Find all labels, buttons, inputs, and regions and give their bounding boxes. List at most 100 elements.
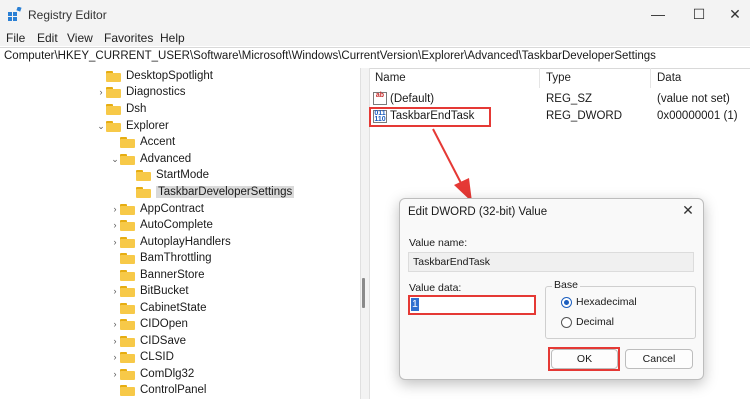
value-data: (value not set) bbox=[657, 93, 730, 105]
tree-item-label: ComDlg32 bbox=[140, 368, 195, 380]
chevron-right-icon[interactable]: › bbox=[110, 369, 120, 379]
tree-item-comdlg32[interactable]: › ComDlg32 bbox=[110, 366, 195, 382]
tree-item-label: BannerStore bbox=[140, 269, 205, 281]
tree-item-cabinetstate[interactable]: CabinetState bbox=[110, 300, 207, 316]
folder-icon bbox=[120, 285, 135, 297]
column-header-data[interactable]: Data bbox=[657, 72, 681, 84]
value-data-input[interactable] bbox=[408, 295, 536, 315]
hexadecimal-label[interactable]: Hexadecimal bbox=[576, 296, 637, 308]
tree-item-taskbardevelopersettings[interactable]: TaskbarDeveloperSettings bbox=[126, 184, 295, 200]
chevron-right-icon[interactable]: › bbox=[110, 319, 120, 329]
tree-item-bannerstore[interactable]: BannerStore bbox=[110, 267, 205, 283]
tree-item-clsid[interactable]: › CLSID bbox=[110, 349, 174, 365]
folder-icon bbox=[120, 153, 135, 165]
tree-item-accent[interactable]: Accent bbox=[110, 134, 175, 150]
chevron-right-icon[interactable]: › bbox=[110, 286, 120, 296]
folder-icon bbox=[106, 70, 121, 82]
tree-item-label: AutoComplete bbox=[140, 219, 213, 231]
base-group bbox=[545, 286, 696, 339]
value-name[interactable]: (Default) bbox=[390, 93, 434, 105]
tree-item-autoplayhandlers[interactable]: › AutoplayHandlers bbox=[110, 234, 231, 250]
folder-icon bbox=[136, 169, 151, 181]
decimal-label[interactable]: Decimal bbox=[576, 316, 614, 328]
menu-view[interactable]: View bbox=[67, 31, 93, 45]
tree-item-diagnostics[interactable]: › Diagnostics bbox=[96, 84, 186, 100]
folder-icon bbox=[120, 302, 135, 314]
maximize-button[interactable]: ☐ bbox=[684, 4, 714, 24]
tree-item-label: CIDOpen bbox=[140, 318, 188, 330]
red-arrow bbox=[432, 128, 472, 202]
tree-item-cidopen[interactable]: › CIDOpen bbox=[110, 316, 188, 332]
column-header-type[interactable]: Type bbox=[546, 72, 571, 84]
red-highlight-box bbox=[548, 347, 620, 371]
close-button[interactable]: ✕ bbox=[720, 4, 750, 24]
tree-item-dsh[interactable]: Dsh bbox=[96, 101, 146, 117]
folder-icon bbox=[120, 236, 135, 248]
dialog-close-button[interactable]: ✕ bbox=[680, 202, 696, 220]
folder-icon bbox=[120, 269, 135, 281]
value-name-label: Value name: bbox=[409, 237, 468, 249]
column-divider[interactable] bbox=[650, 68, 651, 88]
tree-item-controlpanel[interactable]: ControlPanel bbox=[110, 382, 206, 398]
folder-icon bbox=[120, 335, 135, 347]
menu-file[interactable]: File bbox=[6, 31, 25, 45]
scrollbar-thumb[interactable] bbox=[362, 278, 365, 308]
tree-item-startmode[interactable]: StartMode bbox=[126, 167, 209, 183]
tree-item-label: Advanced bbox=[140, 153, 192, 165]
tree-item-label: Diagnostics bbox=[126, 86, 186, 98]
tree-item-explorer[interactable]: ⌄ Explorer bbox=[96, 118, 169, 134]
tree-item-autocomplete[interactable]: › AutoComplete bbox=[110, 217, 213, 233]
tree-item-label: Dsh bbox=[126, 103, 147, 115]
value-name-field: TaskbarEndTask bbox=[408, 252, 694, 272]
folder-icon bbox=[120, 136, 135, 148]
tree-item-desktopspotlight[interactable]: DesktopSpotlight bbox=[96, 68, 213, 84]
tree-item-label: BamThrottling bbox=[140, 252, 212, 264]
folder-icon bbox=[120, 318, 135, 330]
folder-icon bbox=[120, 351, 135, 363]
value-data-label: Value data: bbox=[409, 282, 462, 294]
registry-app-icon bbox=[8, 7, 22, 21]
window-title: Registry Editor bbox=[28, 8, 107, 22]
tree-item-label: Explorer bbox=[126, 120, 169, 132]
folder-icon bbox=[106, 86, 121, 98]
tree-item-label: AutoplayHandlers bbox=[140, 236, 231, 248]
cancel-button[interactable]: Cancel bbox=[625, 349, 693, 369]
tree-item-advanced[interactable]: ⌄ Advanced bbox=[110, 151, 191, 167]
value-data-text[interactable]: 1 bbox=[411, 298, 419, 311]
tree-item-bitbucket[interactable]: › BitBucket bbox=[110, 283, 189, 299]
tree-item-cidsave[interactable]: › CIDSave bbox=[110, 333, 187, 349]
chevron-right-icon[interactable]: › bbox=[110, 237, 120, 247]
menu-edit[interactable]: Edit bbox=[37, 31, 58, 45]
menu-help[interactable]: Help bbox=[160, 31, 185, 45]
chevron-right-icon[interactable]: › bbox=[110, 220, 120, 230]
column-header-name[interactable]: Name bbox=[375, 72, 406, 84]
chevron-right-icon[interactable]: › bbox=[110, 352, 120, 362]
minimize-button[interactable]: — bbox=[643, 4, 673, 24]
dialog-title: Edit DWORD (32-bit) Value bbox=[408, 206, 548, 218]
chevron-down-icon[interactable]: ⌄ bbox=[110, 154, 120, 165]
chevron-right-icon[interactable]: › bbox=[96, 87, 106, 97]
hexadecimal-radio[interactable] bbox=[561, 297, 572, 308]
base-label: Base bbox=[552, 279, 580, 291]
chevron-down-icon[interactable]: ⌄ bbox=[96, 121, 106, 132]
decimal-radio[interactable] bbox=[561, 317, 572, 328]
tree-item-bamthrottling[interactable]: BamThrottling bbox=[110, 250, 212, 266]
chevron-right-icon[interactable]: › bbox=[110, 336, 120, 346]
folder-icon bbox=[120, 252, 135, 264]
folder-icon bbox=[106, 103, 121, 115]
tree-item-label: BitBucket bbox=[140, 285, 189, 297]
value-type: REG_DWORD bbox=[546, 110, 623, 122]
value-type: REG_SZ bbox=[546, 93, 593, 105]
folder-icon bbox=[120, 203, 135, 215]
chevron-right-icon[interactable]: › bbox=[110, 204, 120, 214]
tree-item-appcontract[interactable]: › AppContract bbox=[110, 201, 204, 217]
column-divider[interactable] bbox=[539, 68, 540, 88]
key-tree[interactable]: DesktopSpotlight › Diagnostics Dsh ⌄ Explo… bbox=[0, 68, 360, 399]
tree-item-label: CabinetState bbox=[140, 302, 207, 314]
folder-icon bbox=[136, 186, 151, 198]
address-path[interactable]: Computer\HKEY_CURRENT_USER\Software\Micr… bbox=[4, 50, 656, 62]
menu-favorites[interactable]: Favorites bbox=[104, 31, 153, 45]
folder-icon bbox=[120, 384, 135, 396]
tree-item-label: AppContract bbox=[140, 203, 204, 215]
tree-item-label: StartMode bbox=[156, 169, 210, 181]
